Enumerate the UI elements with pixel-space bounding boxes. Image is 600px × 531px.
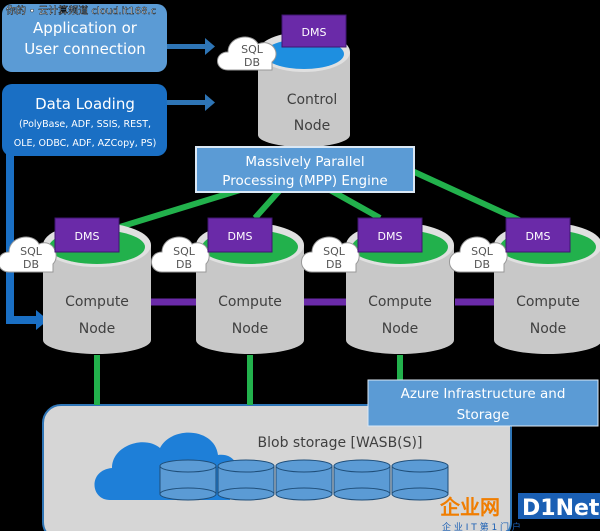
svg-text:DB: DB — [474, 258, 490, 271]
control-node: Control Node SQL DB DMS — [217, 14, 350, 147]
svg-text:OLE, ODBC, ADF, AZCopy, PS): OLE, ODBC, ADF, AZCopy, PS) — [14, 138, 157, 149]
svg-text:企 业 I T 第 1 门 户: 企 业 I T 第 1 门 户 — [442, 521, 521, 531]
svg-text:DB: DB — [244, 56, 260, 69]
svg-text:Compute: Compute — [516, 294, 580, 310]
disk-icons — [159, 459, 449, 501]
svg-text:Compute: Compute — [218, 294, 282, 310]
svg-text:Node: Node — [294, 118, 331, 134]
svg-text:SQL: SQL — [20, 245, 43, 258]
azure-infrastructure-box: Azure Infrastructure and Storage — [367, 379, 599, 427]
svg-text:DB: DB — [176, 258, 192, 271]
logo-en: D1Net — [522, 496, 600, 521]
svg-text:Azure Infrastructure and: Azure Infrastructure and — [401, 386, 566, 402]
svg-text:Control: Control — [287, 92, 338, 108]
svg-text:Data Loading: Data Loading — [35, 95, 135, 113]
mpp-engine-box: Massively Parallel Processing (MPP) Engi… — [195, 146, 415, 193]
logo-cn: 企业网 — [439, 495, 500, 519]
svg-text:Node: Node — [530, 321, 567, 337]
svg-text:DB: DB — [326, 258, 342, 271]
svg-text:DMS: DMS — [75, 230, 100, 243]
svg-text:Blob storage [WASB(S)]: Blob storage [WASB(S)] — [258, 435, 423, 451]
svg-text:SQL: SQL — [173, 245, 196, 258]
svg-text:SQL: SQL — [323, 245, 346, 258]
svg-text:DB: DB — [23, 258, 39, 271]
compute-node: Compute Node SQL DB DMS — [151, 217, 304, 354]
svg-text:Compute: Compute — [368, 294, 432, 310]
svg-text:SQL: SQL — [471, 245, 494, 258]
svg-text:DMS: DMS — [302, 26, 327, 39]
svg-text:DMS: DMS — [228, 230, 253, 243]
svg-text:SQL: SQL — [241, 43, 264, 56]
svg-text:DMS: DMS — [526, 230, 551, 243]
svg-text:Massively Parallel: Massively Parallel — [245, 154, 364, 170]
svg-text:你的 • 云计算频道 cloud.it168.c: 你的 • 云计算频道 cloud.it168.c — [6, 4, 156, 17]
mpp-architecture-diagram: Blob storage [WASB(S)] Application or Us… — [0, 0, 600, 531]
compute-node: Compute Node SQL DB DMS — [301, 217, 454, 354]
svg-text:Node: Node — [382, 321, 419, 337]
svg-text:Processing (MPP) Engine: Processing (MPP) Engine — [222, 173, 387, 189]
svg-text:Node: Node — [79, 321, 116, 337]
svg-text:Compute: Compute — [65, 294, 129, 310]
data-loading-box: Data Loading (PolyBase, ADF, SSIS, REST,… — [2, 84, 167, 156]
svg-text:Storage: Storage — [457, 407, 510, 423]
svg-text:(PolyBase, ADF, SSIS, REST,: (PolyBase, ADF, SSIS, REST, — [19, 119, 151, 130]
svg-text:DMS: DMS — [378, 230, 403, 243]
compute-node: Compute Node SQL DB DMS — [449, 217, 600, 354]
svg-text:Application or: Application or — [33, 19, 138, 37]
svg-text:User connection: User connection — [24, 40, 146, 58]
svg-text:Node: Node — [232, 321, 269, 337]
compute-node: Compute Node SQL DB DMS — [0, 217, 151, 354]
